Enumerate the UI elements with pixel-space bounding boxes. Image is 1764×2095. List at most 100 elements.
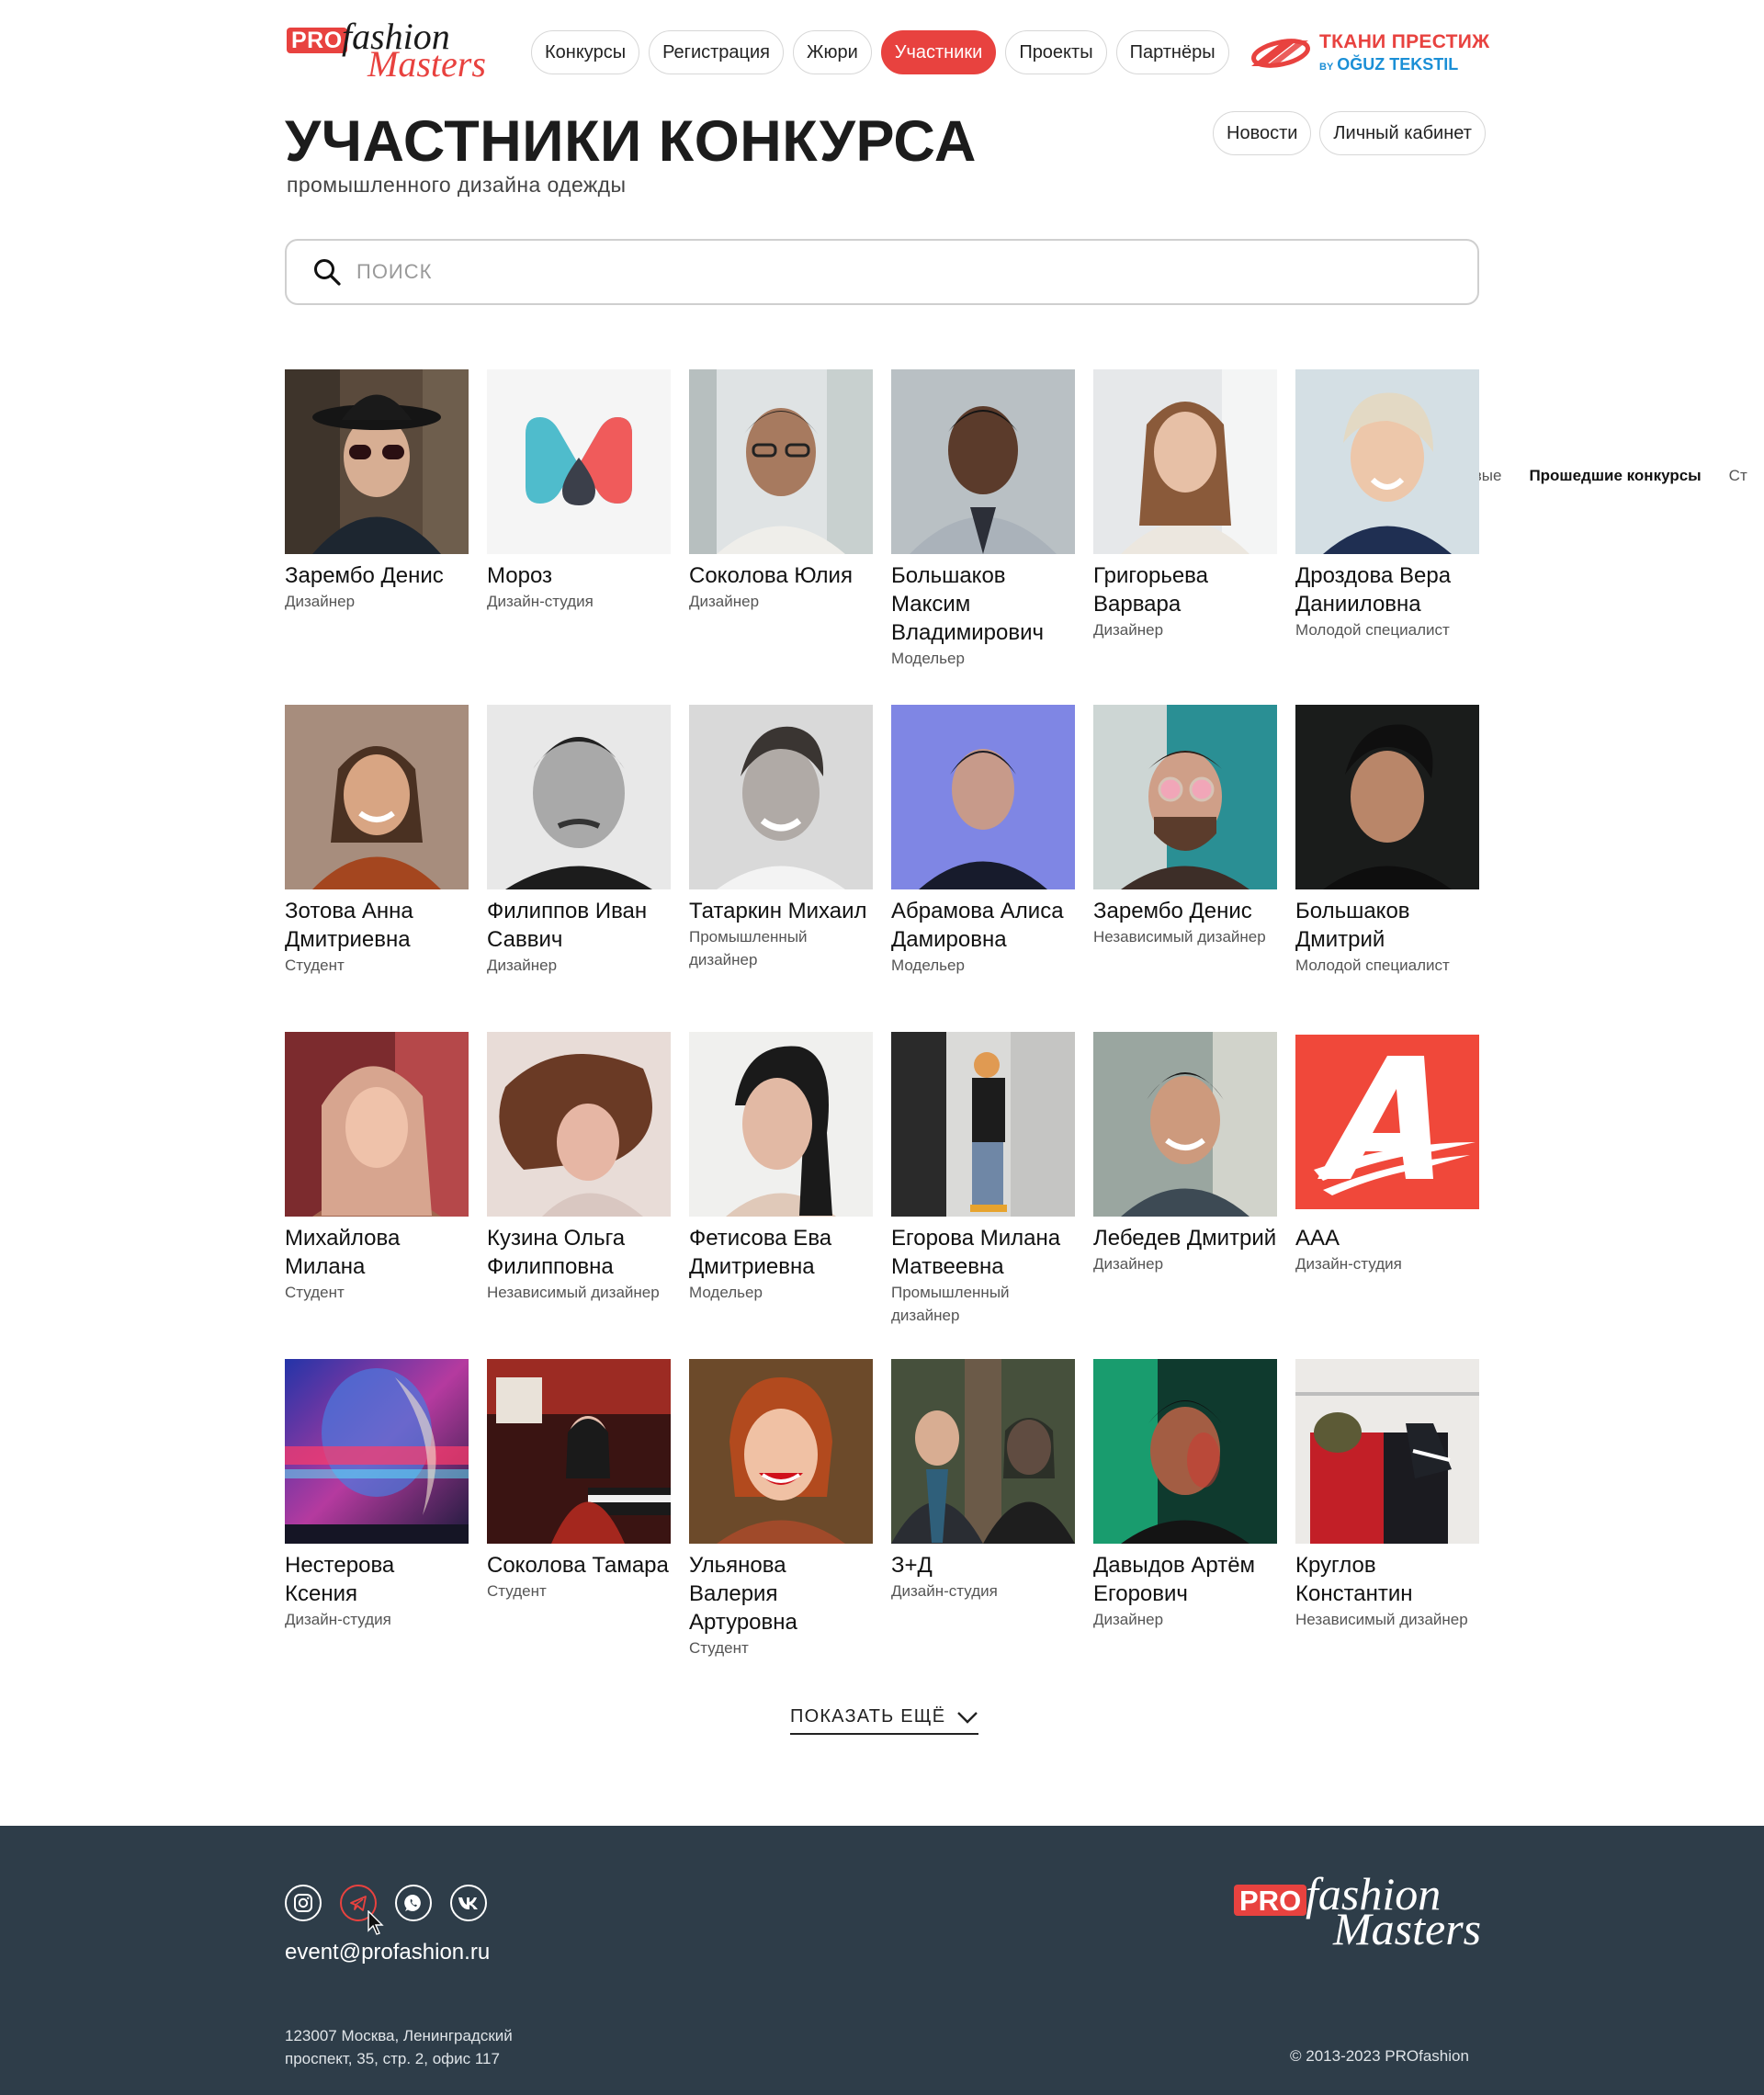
participant-card[interactable]: Давыдов Артём Егорович Дизайнер (1093, 1359, 1277, 1631)
participant-card[interactable]: Ульянова Валерия Артуровна Студент (689, 1359, 873, 1659)
nav-item-jury[interactable]: Жюри (793, 30, 872, 74)
participant-name[interactable]: Михайлова Милана (285, 1224, 469, 1281)
participant-photo[interactable] (1295, 369, 1479, 554)
participant-name[interactable]: Зарембо Денис (1093, 897, 1277, 925)
participant-name[interactable]: Ульянова Валерия Артуровна (689, 1551, 873, 1636)
participant-card[interactable]: Кузина Ольга Филипповна Независимый диза… (487, 1032, 671, 1304)
participant-card[interactable]: Егорова Милана Матвеевна Промышленный ди… (891, 1032, 1075, 1327)
participant-name[interactable]: Давыдов Артём Егорович (1093, 1551, 1277, 1608)
participant-name[interactable]: ААА (1295, 1224, 1479, 1252)
participant-name[interactable]: Егорова Милана Матвеевна (891, 1224, 1075, 1281)
participant-photo[interactable] (285, 369, 469, 554)
participant-name[interactable]: Круглов Константин (1295, 1551, 1479, 1608)
participant-photo[interactable] (891, 705, 1075, 889)
participant-card[interactable]: Лебедев Дмитрий Дизайнер (1093, 1032, 1277, 1275)
participant-photo[interactable] (689, 705, 873, 889)
participant-photo[interactable] (689, 1359, 873, 1544)
participant-photo[interactable] (891, 369, 1075, 554)
main-nav: Конкурсы Регистрация Жюри Участники Прое… (531, 30, 1229, 74)
participant-photo[interactable] (891, 1032, 1075, 1217)
participant-name[interactable]: Соколова Юлия (689, 561, 873, 590)
nav-item-participants[interactable]: Участники (880, 30, 997, 74)
participant-name[interactable]: Соколова Тамара (487, 1551, 671, 1580)
show-more-button[interactable]: ПОКАЗАТЬ ЕЩЁ (790, 1706, 979, 1735)
contact-email-link[interactable]: event@profashion.ru (285, 1940, 490, 1965)
participant-card[interactable]: Соколова Юлия Дизайнер (689, 369, 873, 613)
footer-logo[interactable]: PRO fashion Masters (1234, 1870, 1491, 1953)
participant-card[interactable]: Фетисова Ева Дмитриевна Модельер (689, 1032, 873, 1304)
partner-name: ТКАНИ ПРЕСТИЖ (1319, 31, 1490, 52)
participant-card[interactable]: Зарембо Денис Дизайнер (285, 369, 469, 613)
filter-past-contests[interactable]: Прошедшие конкурсы (1529, 467, 1701, 485)
participant-photo[interactable] (1093, 705, 1277, 889)
participant-name[interactable]: З+Д (891, 1551, 1075, 1580)
filter-more[interactable]: Ст (1729, 467, 1747, 485)
participant-role: Студент (285, 1284, 345, 1301)
participant-card[interactable]: Нестерова Ксения Дизайн-студия (285, 1359, 469, 1631)
participant-role: Дизайнер (1093, 621, 1164, 639)
participant-photo[interactable] (1093, 1359, 1277, 1544)
footer: event@profashion.ru 123007 Москва, Ленин… (0, 1826, 1764, 2095)
participant-card[interactable]: Большаков Максим Владимирович Модельер (891, 369, 1075, 670)
participant-name[interactable]: Кузина Ольга Филипповна (487, 1224, 671, 1281)
participant-role: Студент (689, 1639, 749, 1657)
participant-photo[interactable] (487, 1032, 671, 1217)
participant-card[interactable]: Татаркин Михаил Промышленный дизайнер (689, 705, 873, 971)
nav-item-projects[interactable]: Проекты (1005, 30, 1107, 74)
search-input[interactable] (356, 260, 1367, 284)
participant-card[interactable]: Абрамова Алиса Дамировна Модельер (891, 705, 1075, 977)
participant-photo[interactable] (689, 369, 873, 554)
participant-role: Дизайнер (285, 593, 356, 610)
participant-name[interactable]: Зарембо Денис (285, 561, 469, 590)
participant-card[interactable]: Зарембо Денис Независимый дизайнер (1093, 705, 1277, 948)
participant-photo[interactable] (285, 1032, 469, 1217)
whatsapp-icon[interactable] (395, 1885, 432, 1921)
participant-card[interactable]: Григорьева Варвара Дизайнер (1093, 369, 1277, 641)
participant-card[interactable]: Мороз Дизайн-студия (487, 369, 671, 613)
site-logo[interactable]: PRO fashion Masters (287, 17, 489, 85)
participant-name[interactable]: Дроздова Вера Данииловна (1295, 561, 1479, 618)
participant-photo[interactable] (1295, 1032, 1479, 1217)
participant-photo[interactable] (891, 1359, 1075, 1544)
nav-item-account[interactable]: Личный кабинет (1319, 111, 1486, 155)
participant-name[interactable]: Зотова Анна Дмитриевна (285, 897, 469, 954)
nav-item-registration[interactable]: Регистрация (649, 30, 784, 74)
partner-logo[interactable]: ТКАНИ ПРЕСТИЖ BY OĞUZ TEKSTIL (1248, 26, 1489, 81)
social-links (285, 1885, 487, 1921)
participant-card[interactable]: ААА Дизайн-студия (1295, 1032, 1479, 1275)
participant-photo[interactable] (689, 1032, 873, 1217)
nav-item-news[interactable]: Новости (1213, 111, 1312, 155)
participant-photo[interactable] (1295, 1359, 1479, 1544)
participant-name[interactable]: Фетисова Ева Дмитриевна (689, 1224, 873, 1281)
participant-name[interactable]: Филиппов Иван Саввич (487, 897, 671, 954)
participant-name[interactable]: Мороз (487, 561, 671, 590)
participant-photo[interactable] (487, 705, 671, 889)
participant-name[interactable]: Татаркин Михаил (689, 897, 873, 925)
participant-role: Промышленный дизайнер (891, 1284, 1010, 1324)
participant-card[interactable]: Соколова Тамара Студент (487, 1359, 671, 1602)
participant-photo[interactable] (285, 1359, 469, 1544)
participant-photo[interactable] (1093, 369, 1277, 554)
participant-card[interactable]: Большаков Дмитрий Молодой специалист (1295, 705, 1479, 977)
participant-card[interactable]: Дроздова Вера Данииловна Молодой специал… (1295, 369, 1479, 641)
participant-card[interactable]: Круглов Константин Независимый дизайнер (1295, 1359, 1479, 1631)
participant-card[interactable]: Филиппов Иван Саввич Дизайнер (487, 705, 671, 977)
participant-name[interactable]: Нестерова Ксения (285, 1551, 469, 1608)
instagram-icon[interactable] (285, 1885, 322, 1921)
participant-photo[interactable] (487, 369, 671, 554)
participant-name[interactable]: Григорьева Варвара (1093, 561, 1277, 618)
participant-card[interactable]: З+Д Дизайн-студия (891, 1359, 1075, 1602)
nav-item-contests[interactable]: Конкурсы (531, 30, 640, 74)
participant-name[interactable]: Абрамова Алиса Дамировна (891, 897, 1075, 954)
participant-name[interactable]: Большаков Дмитрий (1295, 897, 1479, 954)
participant-card[interactable]: Зотова Анна Дмитриевна Студент (285, 705, 469, 977)
participant-photo[interactable] (487, 1359, 671, 1544)
participant-photo[interactable] (285, 705, 469, 889)
participant-photo[interactable] (1295, 705, 1479, 889)
vk-icon[interactable] (450, 1885, 487, 1921)
participant-card[interactable]: Михайлова Милана Студент (285, 1032, 469, 1304)
nav-item-partners[interactable]: Партнёры (1115, 30, 1229, 74)
participant-name[interactable]: Большаков Максим Владимирович (891, 561, 1075, 647)
participant-name[interactable]: Лебедев Дмитрий (1093, 1224, 1277, 1252)
participant-photo[interactable] (1093, 1032, 1277, 1217)
